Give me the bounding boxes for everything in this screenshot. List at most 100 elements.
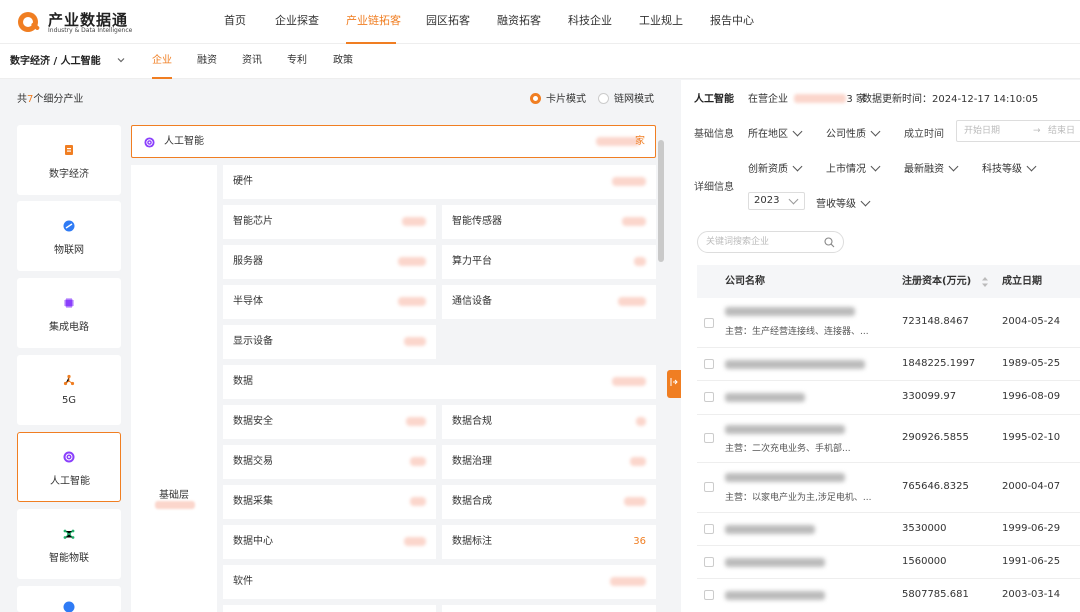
table-row[interactable]: 3530000 1999-06-29: [697, 513, 1080, 546]
company-panel: 人工智能 在营企业 3 家 数据更新时间：2024-12-17 14:10:05…: [681, 80, 1080, 612]
digital-economy-icon: [65, 145, 73, 155]
redacted-company-name: [725, 393, 805, 402]
node-smart-sensor[interactable]: 智能传感器: [442, 205, 656, 239]
card-mode-radio[interactable]: 卡片模式: [530, 90, 586, 105]
industry-more-icon: [63, 601, 75, 612]
node-data-synthesis[interactable]: 数据合成: [442, 485, 656, 519]
filter-revenue-level[interactable]: 营收等级: [816, 195, 871, 210]
row-checkbox[interactable]: [704, 590, 714, 600]
filter-region[interactable]: 所在地区: [748, 125, 803, 140]
network-mode-radio[interactable]: 链网模式: [598, 90, 654, 105]
row-checkbox[interactable]: [704, 318, 714, 328]
redacted-company-name: [725, 525, 815, 534]
node-partial: [223, 605, 436, 612]
nav-company-explore[interactable]: 企业探查: [275, 0, 319, 44]
industry-more[interactable]: [17, 586, 121, 612]
filter-latest-financing[interactable]: 最新融资: [904, 160, 959, 175]
table-row[interactable]: 1560000 1991-06-25: [697, 546, 1080, 579]
node-data-trading[interactable]: 数据交易: [223, 445, 436, 479]
node-display-equipment[interactable]: 显示设备: [223, 325, 436, 359]
node-data-labeling[interactable]: 数据标注 36: [442, 525, 656, 559]
table-row[interactable]: 1848225.1997 1989-05-25: [697, 348, 1080, 381]
industry-smart-iot[interactable]: 智能物联: [17, 509, 121, 579]
table-row[interactable]: 主营：以家电产业为主,涉足电机、... 765646.8325 2000-04-…: [697, 463, 1080, 513]
tab-news[interactable]: 资讯: [242, 44, 262, 79]
nav-finance-prospecting[interactable]: 融资拓客: [497, 0, 541, 44]
iot-icon: [63, 220, 75, 232]
chain-root-ai[interactable]: 人工智能 家: [131, 125, 656, 158]
node-smart-chip[interactable]: 智能芯片: [223, 205, 436, 239]
nav-park-prospecting[interactable]: 园区拓客: [426, 0, 470, 44]
company-search[interactable]: [697, 231, 844, 253]
filter-innovation[interactable]: 创新资质: [748, 160, 803, 175]
filter-listing[interactable]: 上市情况: [826, 160, 881, 175]
table-row[interactable]: 5807785.681 2003-03-14: [697, 579, 1080, 612]
collapse-panel-button[interactable]: [667, 370, 681, 398]
filter-company-type[interactable]: 公司性质: [826, 125, 881, 140]
row-checkbox[interactable]: [704, 359, 714, 369]
col-established-date[interactable]: 成立日期: [1002, 265, 1042, 298]
nav-tech-companies[interactable]: 科技企业: [568, 0, 612, 44]
app-logo[interactable]: 产业数据通 Industry & Data Intelligence: [16, 8, 176, 36]
chain-scrollbar[interactable]: [658, 140, 664, 262]
node-semiconductor[interactable]: 半导体: [223, 285, 436, 319]
logo-icon: [18, 12, 40, 32]
industry-ic[interactable]: 集成电路: [17, 278, 121, 348]
date-end[interactable]: 结束日: [1048, 121, 1075, 141]
col-registered-capital[interactable]: 注册资本(万元): [902, 265, 971, 298]
node-hardware[interactable]: 硬件: [223, 165, 656, 199]
node-data-security[interactable]: 数据安全: [223, 405, 436, 439]
node-data-governance[interactable]: 数据治理: [442, 445, 656, 479]
industry-digital-economy[interactable]: 数字经济: [17, 125, 121, 195]
row-checkbox[interactable]: [704, 433, 714, 443]
chevron-down-icon: [870, 126, 881, 137]
industry-ai[interactable]: 人工智能: [17, 432, 121, 502]
row-checkbox[interactable]: [704, 392, 714, 402]
node-data[interactable]: 数据: [223, 365, 656, 399]
nav-report-center[interactable]: 报告中心: [710, 0, 754, 44]
row-checkbox[interactable]: [704, 524, 714, 534]
chevron-down-icon: [1026, 161, 1037, 172]
node-server[interactable]: 服务器: [223, 245, 436, 279]
layer-basic[interactable]: 基础层: [131, 165, 217, 612]
date-range-picker[interactable]: 开始日期 → 结束日: [956, 120, 1080, 142]
table-row[interactable]: 主营：二次充电业务、手机部... 290926.5855 1995-02-10: [697, 415, 1080, 463]
nav-chain-prospecting[interactable]: 产业链拓客: [346, 0, 401, 44]
sub-navigation: 数字经济 / 人工智能 企业 融资 资讯 专利 政策: [0, 44, 1080, 79]
row-checkbox[interactable]: [704, 482, 714, 492]
detail-info-label: 详细信息: [694, 182, 734, 193]
tab-financing[interactable]: 融资: [197, 44, 217, 79]
redacted-company-name: [725, 425, 845, 434]
year-select[interactable]: 2023: [748, 192, 805, 210]
tab-policies[interactable]: 政策: [333, 44, 353, 79]
node-data-collection[interactable]: 数据采集: [223, 485, 436, 519]
industry-count: 共7个细分产业: [17, 94, 84, 105]
redacted-company-name: [725, 473, 845, 482]
tab-patents[interactable]: 专利: [287, 44, 307, 79]
chevron-down-icon[interactable]: [116, 55, 126, 65]
chevron-down-icon: [870, 161, 881, 172]
update-time: 数据更新时间：2024-12-17 14:10:05: [862, 94, 1039, 105]
sort-icon[interactable]: [981, 276, 989, 288]
chevron-down-icon: [792, 126, 803, 137]
nav-home[interactable]: 首页: [224, 0, 246, 44]
breadcrumb[interactable]: 数字经济 / 人工智能: [10, 44, 101, 79]
node-data-center[interactable]: 数据中心: [223, 525, 436, 559]
node-computing-platform[interactable]: 算力平台: [442, 245, 656, 279]
filter-tech-level[interactable]: 科技等级: [982, 160, 1037, 175]
chevron-down-icon: [860, 196, 871, 207]
industry-5g[interactable]: 5G: [17, 355, 121, 425]
tab-companies[interactable]: 企业: [152, 44, 172, 79]
table-row[interactable]: 330099.97 1996-08-09: [697, 381, 1080, 415]
node-communication-equipment[interactable]: 通信设备: [442, 285, 656, 319]
date-start[interactable]: 开始日期: [964, 121, 1000, 141]
industry-iot[interactable]: 物联网: [17, 201, 121, 271]
node-data-compliance[interactable]: 数据合规: [442, 405, 656, 439]
search-icon[interactable]: [824, 237, 835, 248]
row-checkbox[interactable]: [704, 557, 714, 567]
table-row[interactable]: 主营：生产经营连接线、连接器、... 723148.8467 2004-05-2…: [697, 298, 1080, 348]
col-company-name[interactable]: 公司名称: [725, 265, 765, 298]
nav-industrial-scale[interactable]: 工业规上: [639, 0, 683, 44]
search-input[interactable]: [706, 235, 816, 249]
node-software[interactable]: 软件: [223, 565, 656, 599]
